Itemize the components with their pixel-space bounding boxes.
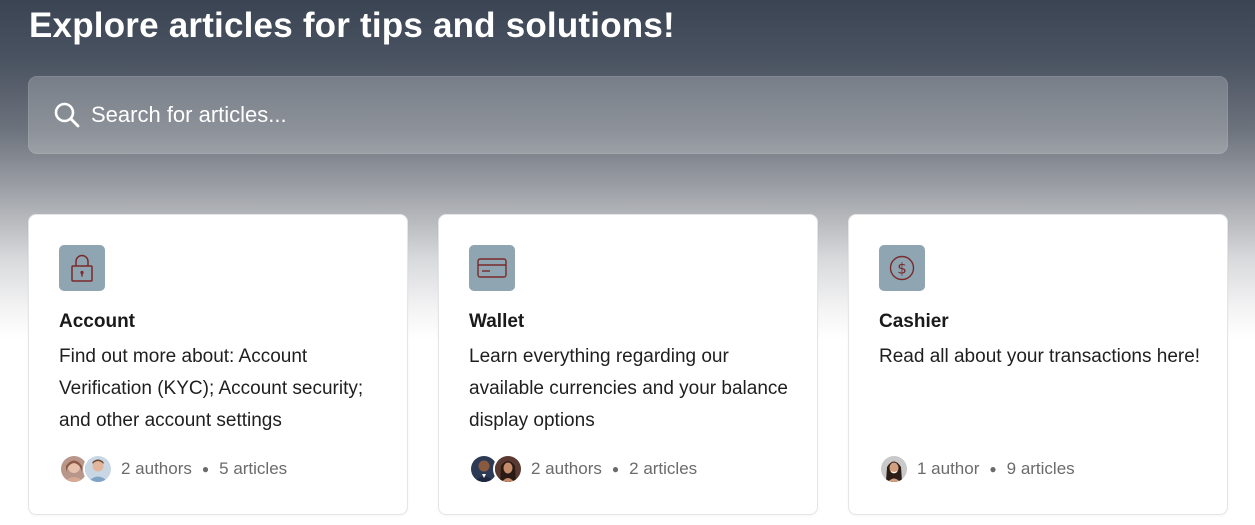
author-avatars xyxy=(59,454,113,484)
svg-text:$: $ xyxy=(897,260,907,278)
page-title: Explore articles for tips and solutions! xyxy=(29,6,675,45)
avatar xyxy=(879,454,909,484)
separator-dot: ● xyxy=(989,462,997,476)
collection-meta: 2 authors ● 5 articles xyxy=(59,453,287,485)
dollar-coin-icon: $ xyxy=(879,245,925,291)
collection-title: Wallet xyxy=(469,311,525,332)
separator-dot: ● xyxy=(611,462,620,476)
author-count: 2 authors xyxy=(531,459,602,478)
collection-description: Learn everything regarding our available… xyxy=(469,346,788,431)
search-bar[interactable] xyxy=(28,76,1228,154)
credit-card-icon xyxy=(469,245,515,291)
author-count: 1 author xyxy=(917,459,980,478)
collection-title: Account xyxy=(59,311,135,332)
article-count: 2 articles xyxy=(629,459,698,478)
collection-card-account[interactable]: Account Find out more about: Account Ver… xyxy=(28,214,408,515)
collection-meta: 1 author ● 9 articles xyxy=(879,453,1075,485)
author-count: 2 authors xyxy=(121,459,192,478)
avatar xyxy=(83,454,113,484)
avatar xyxy=(493,454,523,484)
collection-card-wallet[interactable]: Wallet Learn everything regarding our av… xyxy=(438,214,818,515)
collection-card-cashier[interactable]: $ Cashier Read all about your transactio… xyxy=(848,214,1228,515)
search-input[interactable] xyxy=(91,77,1227,153)
collection-description: Read all about your transactions here! xyxy=(879,346,1201,367)
separator-dot: ● xyxy=(201,462,210,476)
search-icon xyxy=(53,101,81,129)
author-avatars xyxy=(879,454,909,484)
collection-meta: 2 authors ● 2 articles xyxy=(469,453,697,485)
collection-title: Cashier xyxy=(879,311,949,332)
article-count: 9 articles xyxy=(1006,459,1075,478)
author-avatars xyxy=(469,454,523,484)
lock-icon xyxy=(59,245,105,291)
collection-description: Find out more about: Account Verificatio… xyxy=(59,346,364,431)
article-count: 5 articles xyxy=(219,459,288,478)
